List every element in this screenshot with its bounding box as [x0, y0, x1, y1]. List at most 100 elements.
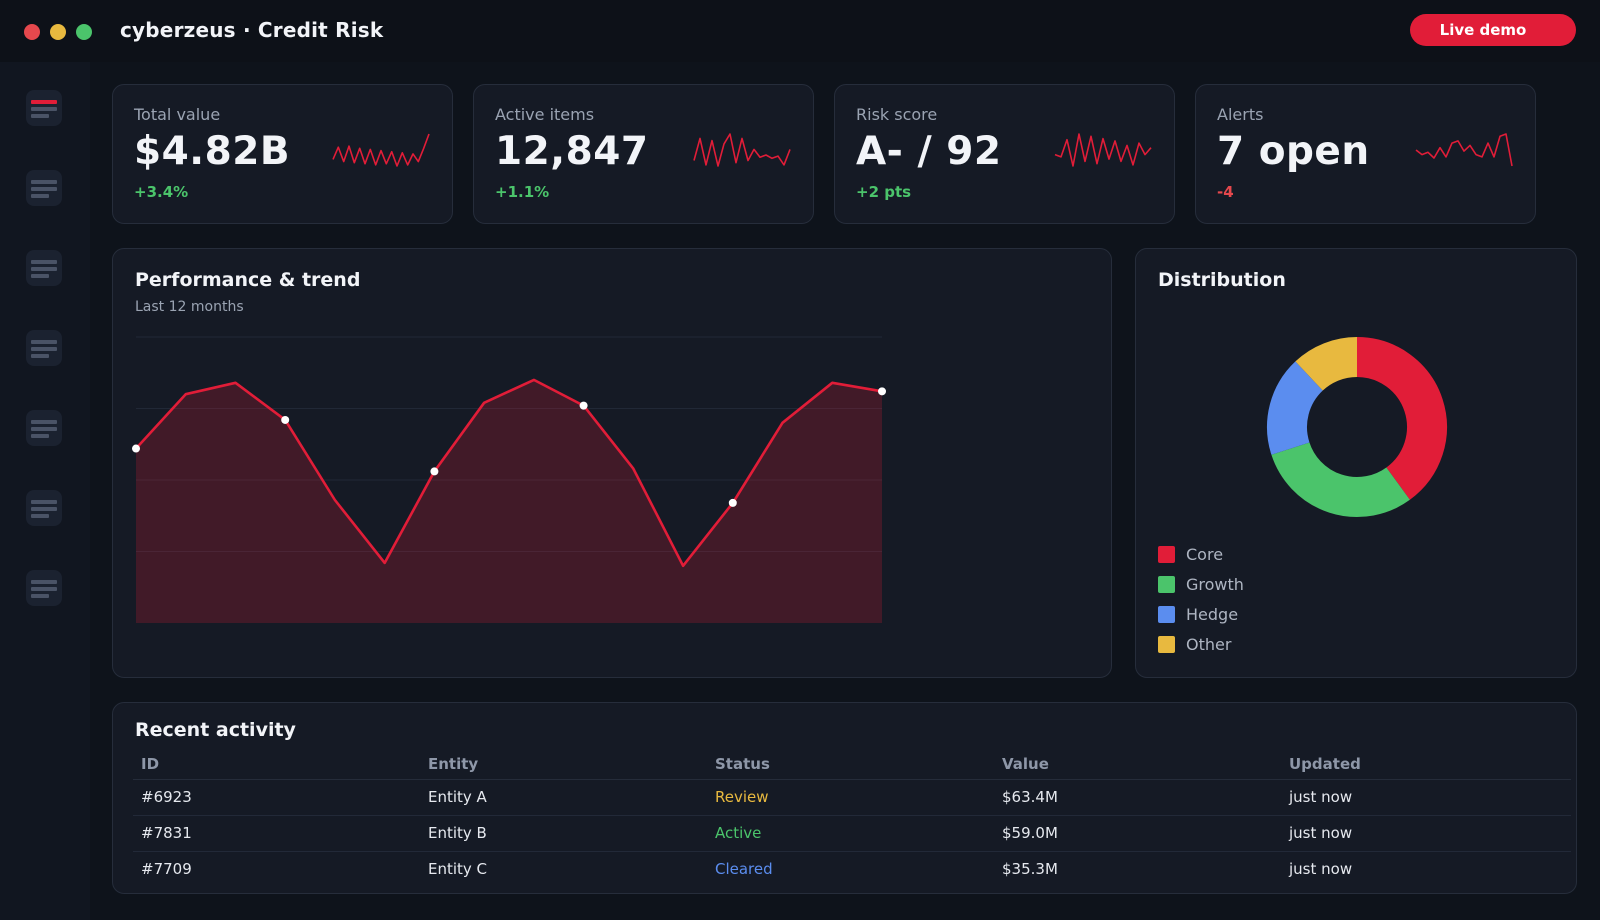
performance-panel: Performance & trend Last 12 months [112, 248, 1112, 678]
cell-updated: just now [1281, 779, 1571, 816]
live-demo-button[interactable]: Live demo [1410, 14, 1576, 46]
legend-item: Hedge [1158, 599, 1244, 629]
sidebar [0, 62, 90, 920]
column-header[interactable]: Entity [420, 749, 707, 780]
legend-swatch [1158, 605, 1175, 623]
donut-slice-core [1356, 337, 1447, 500]
legend-item: Other [1158, 629, 1244, 659]
menu-icon [26, 90, 62, 126]
main-content: Total value $4.82B +3.4% Active items 12,847… [90, 62, 1600, 920]
kpi-sparkline [693, 133, 791, 167]
legend-swatch [1158, 545, 1175, 563]
cell-updated: just now [1281, 815, 1571, 852]
cell-entity: Entity C [428, 860, 488, 879]
window-close-button[interactable] [24, 24, 40, 40]
kpi-label: Risk score [856, 105, 938, 124]
data-point [430, 467, 439, 476]
data-point [878, 387, 886, 396]
menu-icon [26, 410, 62, 446]
column-header[interactable]: Value [994, 749, 1281, 780]
window-minimize-button[interactable] [50, 24, 66, 40]
kpi-label: Total value [134, 105, 221, 124]
kpi-sparkline [332, 133, 430, 167]
kpi-value: 7 open [1217, 129, 1370, 174]
sparkline-path [1415, 133, 1513, 167]
donut-slice-other [1295, 337, 1358, 392]
kpi-delta: +2 pts [856, 183, 912, 201]
kpi-value: 12,847 [495, 129, 649, 174]
sidebar-item-2[interactable] [26, 170, 62, 206]
cell-value: $63.4M [994, 779, 1281, 816]
sidebar-item-1[interactable] [26, 90, 62, 126]
cell-id: #7709 [141, 860, 192, 879]
cell-status: Review [707, 779, 994, 816]
table-row[interactable]: #7831 Entity B Active $59.0M just now [133, 815, 1571, 852]
data-point [132, 444, 140, 453]
cell-entity: Entity A [420, 779, 707, 816]
legend-label: Hedge [1186, 604, 1239, 624]
kpi-label: Active items [495, 105, 595, 124]
donut-slice-growth [1271, 441, 1410, 517]
kpi-card: Active items 12,847 +1.1% [473, 84, 814, 224]
activity-table: ID Entity Status Value Updated #6923 Entity A… [133, 749, 1571, 887]
kpi-delta: -4 [1217, 183, 1234, 201]
sparkline-path [1054, 133, 1152, 167]
kpi-delta: +1.1% [495, 183, 550, 201]
series-area [136, 379, 882, 623]
cell-updated: just now [1289, 860, 1353, 879]
sidebar-item-5[interactable] [26, 410, 62, 446]
legend-label: Growth [1186, 574, 1244, 594]
cell-id: #6923 [133, 779, 420, 816]
menu-icon [26, 330, 62, 366]
column-header[interactable]: Status [707, 749, 994, 780]
kpi-label: Alerts [1217, 105, 1264, 124]
cell-status: Active [707, 815, 994, 852]
app-title: cyberzeus · Credit Risk [120, 18, 384, 42]
sidebar-item-4[interactable] [26, 330, 62, 366]
performance-chart [132, 336, 886, 623]
sidebar-item-6[interactable] [26, 490, 62, 526]
distribution-legend: Core Growth Hedge Other [1158, 539, 1244, 659]
legend-swatch [1158, 575, 1175, 593]
activity-title: Recent activity [135, 719, 296, 741]
sidebar-item-7[interactable] [26, 570, 62, 606]
menu-icon [26, 170, 62, 206]
legend-label: Core [1186, 544, 1224, 564]
cell-value: $59.0M [994, 815, 1281, 852]
legend-item: Growth [1158, 569, 1244, 599]
sparkline-path [693, 133, 791, 167]
window-maximize-button[interactable] [76, 24, 92, 40]
kpi-delta: +3.4% [134, 183, 189, 201]
column-header[interactable]: Updated [1281, 749, 1571, 780]
table-row[interactable]: #7709 Entity C Cleared $35.3M just now [133, 851, 1571, 887]
legend-item: Core [1158, 539, 1244, 569]
kpi-card: Alerts 7 open -4 [1195, 84, 1536, 224]
sidebar-item-3[interactable] [26, 250, 62, 286]
cell-id: #7831 [133, 815, 420, 852]
distribution-panel: Distribution Core Growth Hedge Other [1135, 248, 1577, 678]
menu-icon [26, 490, 62, 526]
kpi-sparkline [1415, 133, 1513, 167]
data-point [579, 401, 588, 410]
menu-icon [26, 250, 62, 286]
legend-label: Other [1186, 634, 1232, 654]
legend-swatch [1158, 635, 1175, 653]
title-bar: cyberzeus · Credit Risk Live demo [0, 0, 1600, 62]
menu-icon [26, 570, 62, 606]
sparkline-path [332, 133, 430, 167]
data-point [281, 415, 290, 424]
kpi-card: Risk score A- / 92 +2 pts [834, 84, 1175, 224]
table-row[interactable]: #6923 Entity A Review $63.4M just now [133, 779, 1571, 816]
column-header[interactable]: ID [133, 749, 420, 780]
donut-slice-hedge [1267, 361, 1324, 455]
kpi-value: A- / 92 [856, 129, 1002, 174]
kpi-card: Total value $4.82B +3.4% [112, 84, 453, 224]
activity-panel: Recent activity ID Entity Status Value Updat… [112, 702, 1577, 894]
cell-status: Cleared [715, 860, 773, 879]
distribution-donut-chart [1267, 337, 1447, 517]
cell-value: $35.3M [1002, 860, 1058, 879]
table-header-row: ID Entity Status Value Updated [133, 749, 1571, 780]
cell-entity: Entity B [420, 815, 707, 852]
kpi-sparkline [1054, 133, 1152, 167]
data-point [728, 498, 737, 507]
